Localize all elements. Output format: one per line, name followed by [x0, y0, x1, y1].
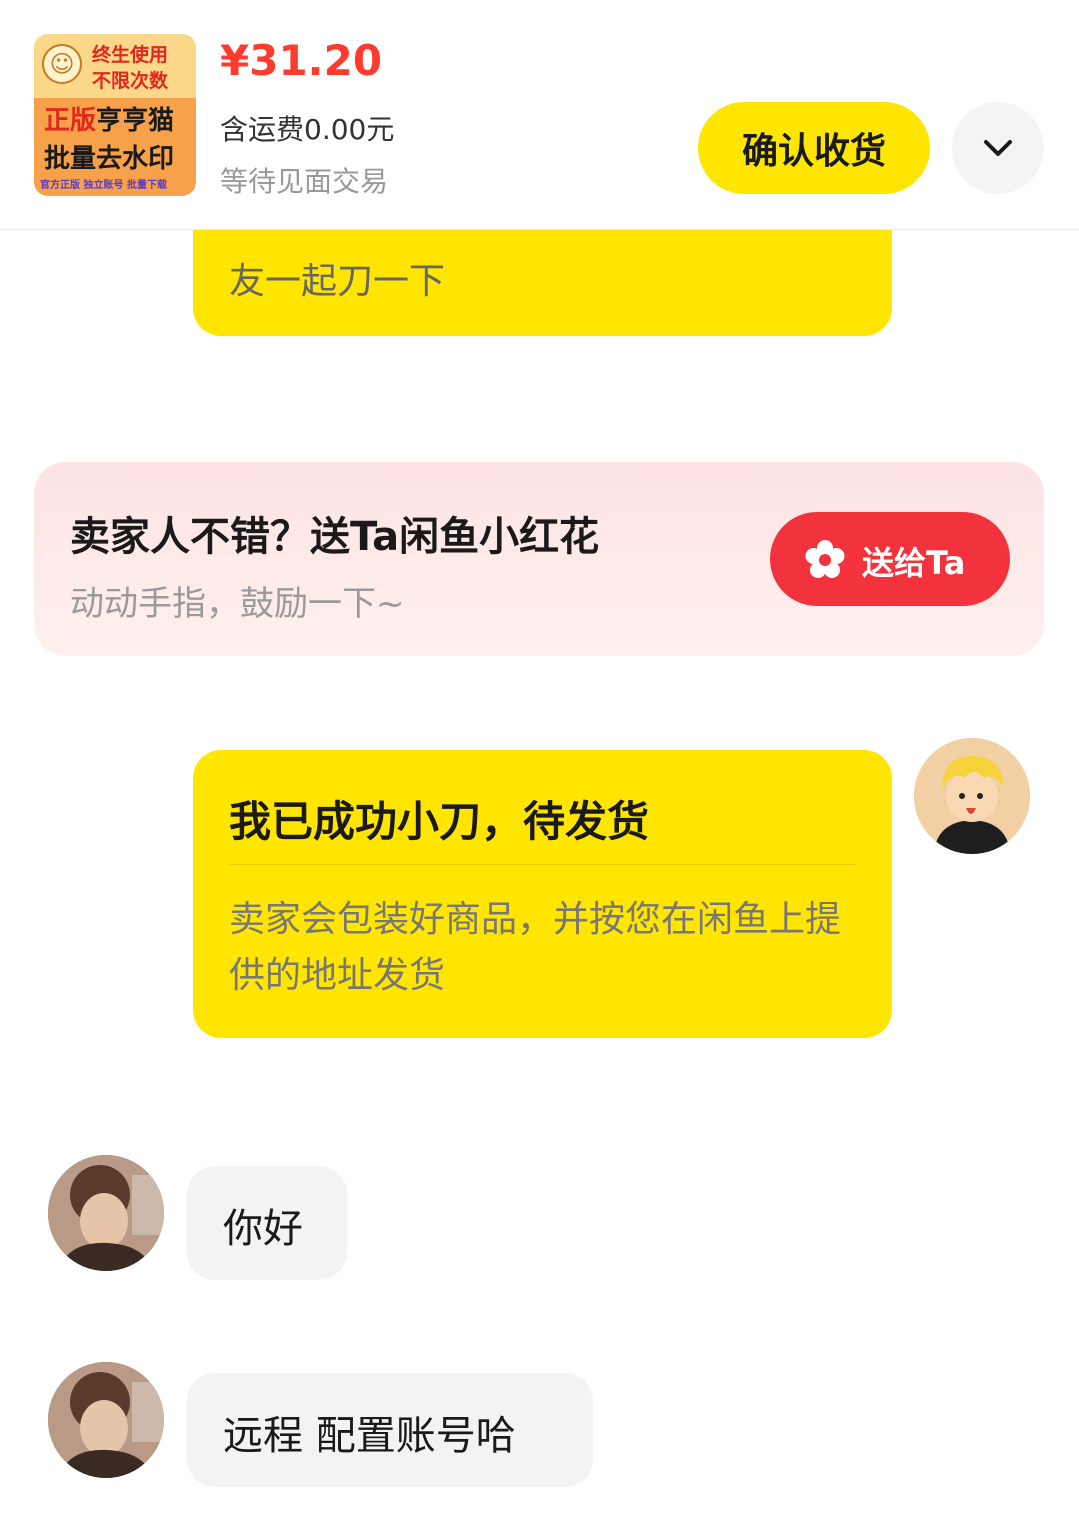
seller-avatar[interactable]	[48, 1362, 164, 1478]
chat-message-bubble: 远程 配置账号哈	[187, 1373, 593, 1487]
thumbnail-text-3-rest: 亨亨猫	[96, 106, 175, 136]
thumbnail-text-3-red: 正版	[44, 106, 97, 136]
status-card-divider	[229, 864, 857, 865]
product-thumbnail[interactable]: ☺ 终生使用 不限次数 正版亨亨猫 批量去水印 官方正版 独立账号 批量下载	[34, 34, 196, 196]
thumbnail-text-2: 不限次数	[92, 70, 169, 92]
chevron-down-icon	[984, 140, 1012, 156]
order-summary-bar: ☺ 终生使用 不限次数 正版亨亨猫 批量去水印 官方正版 独立账号 批量下载 ¥…	[0, 0, 1079, 230]
message-text: 远程 配置账号哈	[223, 1413, 516, 1459]
thumbnail-text-3: 正版亨亨猫	[44, 100, 174, 137]
send-flower-button[interactable]: 送给Ta	[770, 512, 1010, 606]
trade-status: 等待见面交易	[220, 165, 389, 198]
thumbnail-text-4: 批量去水印	[44, 144, 175, 174]
message-text: 友一起刀一下	[229, 261, 446, 302]
confirm-receipt-button[interactable]: 确认收货	[698, 102, 930, 194]
flower-card-subtitle: 动动手指，鼓励一下~	[70, 584, 405, 624]
thumbnail-text-1: 终生使用	[92, 44, 169, 66]
seller-photo-image	[48, 1362, 164, 1478]
send-flower-card: 卖家人不错？送Ta闲鱼小红花 动动手指，鼓励一下~ 送给Ta	[34, 462, 1044, 656]
order-price: ¥31.20	[220, 36, 383, 85]
seller-photo-image	[48, 1155, 164, 1271]
message-text: 你好	[223, 1206, 303, 1252]
chat-page: ☺ 终生使用 不限次数 正版亨亨猫 批量去水印 官方正版 独立账号 批量下载 ¥…	[0, 0, 1079, 1532]
status-card-title: 我已成功小刀，待发货	[229, 797, 650, 846]
flower-card-title: 卖家人不错？送Ta闲鱼小红花	[70, 514, 600, 560]
thumbnail-text-5: 官方正版 独立账号 批量下载	[40, 180, 167, 191]
my-avatar[interactable]	[914, 738, 1030, 854]
seller-avatar[interactable]	[48, 1155, 164, 1271]
expand-order-button[interactable]	[952, 102, 1044, 194]
cartoon-avatar-image	[914, 738, 1030, 854]
order-status-card: 我已成功小刀，待发货 卖家会包装好商品，并按您在闲鱼上提供的地址发货	[193, 750, 892, 1038]
status-card-description: 卖家会包装好商品，并按您在闲鱼上提供的地址发货	[229, 899, 842, 996]
send-flower-label: 送给Ta	[862, 544, 966, 582]
shipping-fee: 含运费0.00元	[220, 113, 395, 146]
flower-icon	[805, 540, 845, 578]
cat-logo-icon: ☺	[42, 44, 82, 84]
chat-message-bubble: 你好	[187, 1166, 347, 1280]
